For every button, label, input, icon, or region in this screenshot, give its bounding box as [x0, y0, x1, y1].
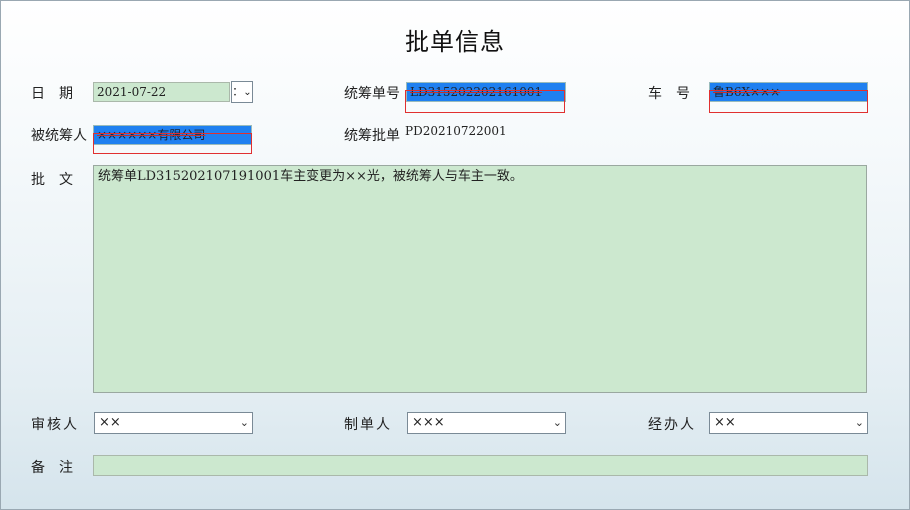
pool-no-label: 统筹单号 [344, 86, 400, 102]
plate-field[interactable]: 鲁B6X××× [709, 82, 868, 102]
handler-select[interactable]: ×× ⌄ [709, 412, 868, 434]
date-picker-glyph: ： [232, 85, 244, 98]
chevron-down-icon: ⌄ [552, 416, 562, 429]
remark-label: 备 注 [31, 460, 73, 476]
handler-label: 经办人 [648, 417, 696, 433]
endorsement-no-value: PD20210722001 [405, 124, 507, 138]
chevron-down-icon: ⌄ [243, 87, 252, 98]
reviewer-select[interactable]: ×× ⌄ [94, 412, 253, 434]
reviewer-value: ×× [99, 415, 121, 430]
page-title: 批单信息 [405, 28, 505, 56]
chevron-down-icon: ⌄ [239, 416, 249, 429]
text-label: 批 文 [31, 172, 73, 188]
pool-no-field[interactable]: LD315202202161001 [406, 82, 566, 102]
handler-value: ×× [714, 415, 736, 430]
endorsement-text-area[interactable]: 统筹单LD315202107191001车主变更为××光，被统筹人与车主一致。 [93, 165, 867, 393]
insured-label: 被统筹人 [31, 128, 87, 144]
chevron-down-icon: ⌄ [854, 416, 864, 429]
maker-label: 制单人 [344, 417, 392, 433]
pool-no-value: LD315202202161001 [410, 85, 543, 99]
remark-field[interactable] [93, 455, 868, 476]
insured-field[interactable]: ××××××有限公司 [93, 125, 252, 145]
plate-value: 鲁B6X××× [713, 85, 781, 99]
insured-value: ××××××有限公司 [97, 128, 206, 142]
endorsement-no-label: 统筹批单 [344, 128, 400, 144]
date-field[interactable]: 2021-07-22 [93, 82, 230, 102]
date-picker-button[interactable]: ：⌄ [231, 81, 253, 103]
reviewer-label: 审核人 [31, 417, 79, 433]
date-label: 日 期 [31, 86, 73, 102]
plate-label: 车 号 [648, 86, 690, 102]
maker-select[interactable]: ××× ⌄ [407, 412, 566, 434]
maker-value: ××× [412, 415, 445, 430]
